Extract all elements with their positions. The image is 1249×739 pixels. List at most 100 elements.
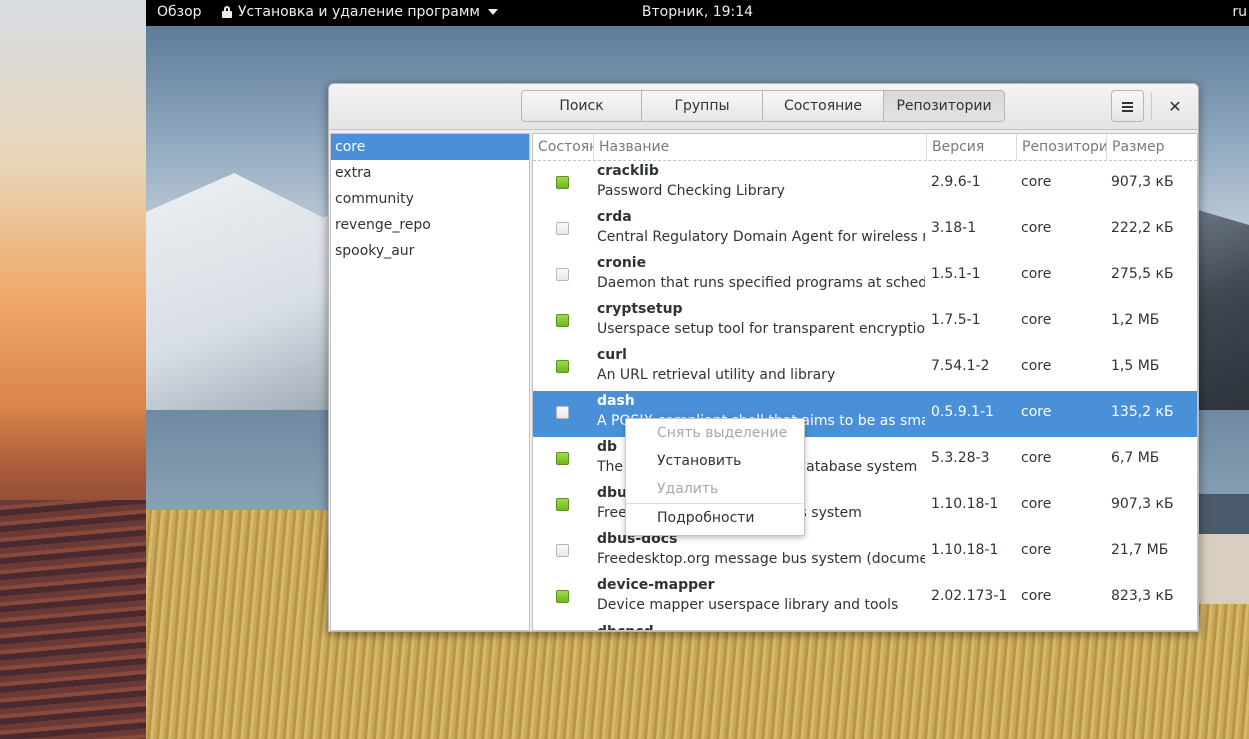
package-repository: core xyxy=(1021,496,1052,512)
table-row[interactable]: crda Central Regulatory Domain Agent for… xyxy=(533,207,1197,253)
package-name-partial[interactable]: dhcpcd xyxy=(597,624,654,630)
package-name: device-mapper xyxy=(597,577,715,593)
view-switcher: Поиск Группы Состояние Репозитории xyxy=(521,90,1005,122)
installed-checkbox[interactable] xyxy=(556,498,569,511)
package-description: Daemon that runs specified programs at s… xyxy=(597,275,925,291)
installed-checkbox[interactable] xyxy=(556,452,569,465)
header-bar: Поиск Группы Состояние Репозитории ✕ xyxy=(329,84,1198,130)
package-version: 3.18-1 xyxy=(931,220,977,236)
repo-item-core[interactable]: core xyxy=(331,134,529,160)
clock[interactable]: Вторник, 19:14 xyxy=(642,4,753,20)
package-size: 907,3 кБ xyxy=(1111,174,1174,190)
installed-checkbox[interactable] xyxy=(556,222,569,235)
repo-item-extra[interactable]: extra xyxy=(331,160,529,186)
package-size: 222,2 кБ xyxy=(1111,220,1174,236)
column-header-repository[interactable]: Репозитории xyxy=(1017,134,1107,160)
package-repository: core xyxy=(1021,542,1052,558)
table-header: Состояние Название Версия Репозитории Ра… xyxy=(533,134,1197,161)
package-version: 2.9.6-1 xyxy=(931,174,981,190)
package-table: Состояние Название Версия Репозитории Ра… xyxy=(532,133,1198,631)
installed-checkbox[interactable] xyxy=(556,176,569,189)
installed-checkbox[interactable] xyxy=(556,268,569,281)
installed-checkbox[interactable] xyxy=(556,544,569,557)
package-repository: core xyxy=(1021,358,1052,374)
package-repository: core xyxy=(1021,404,1052,420)
package-repository: core xyxy=(1021,266,1052,282)
repo-item-revenge-repo[interactable]: revenge_repo xyxy=(331,212,529,238)
language-indicator[interactable]: ru xyxy=(1232,4,1247,20)
repository-list: core extra community revenge_repo spooky… xyxy=(330,133,530,631)
app-menu-button[interactable]: Установка и удаление программ xyxy=(222,4,498,20)
package-repository: core xyxy=(1021,588,1052,604)
column-header-version[interactable]: Версия xyxy=(927,134,1017,160)
package-size: 6,7 МБ xyxy=(1111,450,1160,466)
package-repository: core xyxy=(1021,174,1052,190)
installed-checkbox[interactable] xyxy=(556,360,569,373)
table-row[interactable]: cracklib Password Checking Library 2.9.6… xyxy=(533,161,1197,207)
package-name: cronie xyxy=(597,255,647,271)
package-size: 275,5 кБ xyxy=(1111,266,1174,282)
package-description: An URL retrieval utility and library xyxy=(597,367,836,383)
activities-button[interactable]: Обзор xyxy=(157,4,202,20)
column-header-name[interactable]: Название xyxy=(594,134,927,160)
package-name: cracklib xyxy=(597,163,659,179)
menu-item-remove: Удалить xyxy=(657,481,719,497)
package-name: crda xyxy=(597,209,632,225)
package-version: 2.02.173-1 xyxy=(931,588,1008,604)
package-version: 1.10.18-1 xyxy=(931,542,999,558)
package-description: Userspace setup tool for transparent enc… xyxy=(597,321,925,337)
app-menu-label: Установка и удаление программ xyxy=(238,4,480,20)
lock-icon xyxy=(222,6,232,18)
package-name: curl xyxy=(597,347,627,363)
package-name: cryptsetup xyxy=(597,301,683,317)
installed-checkbox[interactable] xyxy=(556,590,569,603)
menu-item-install[interactable]: Установить xyxy=(626,448,804,474)
close-button[interactable]: ✕ xyxy=(1161,92,1189,120)
tab-repositories[interactable]: Репозитории xyxy=(884,90,1005,122)
package-version: 5.3.28-3 xyxy=(931,450,990,466)
top-bar: Обзор Установка и удаление программ Втор… xyxy=(146,0,1249,26)
column-header-size[interactable]: Размер xyxy=(1107,134,1197,160)
package-size: 21,7 МБ xyxy=(1111,542,1169,558)
package-size: 1,2 МБ xyxy=(1111,312,1160,328)
repo-item-spooky-aur[interactable]: spooky_aur xyxy=(331,238,529,264)
package-name: db xyxy=(597,439,618,455)
installed-checkbox[interactable] xyxy=(556,406,569,419)
close-icon: ✕ xyxy=(1168,96,1182,116)
package-description: Password Checking Library xyxy=(597,183,785,199)
tab-search[interactable]: Поиск xyxy=(521,90,642,122)
chevron-down-icon xyxy=(487,9,498,15)
tab-groups[interactable]: Группы xyxy=(642,90,763,122)
wallpaper-left-sea xyxy=(0,500,148,739)
table-row[interactable]: device-mapper Device mapper userspace li… xyxy=(533,575,1197,621)
context-menu: Снять выделение Установить Удалить Подро… xyxy=(625,418,805,536)
tab-state[interactable]: Состояние xyxy=(763,90,884,122)
table-row[interactable]: curl An URL retrieval utility and librar… xyxy=(533,345,1197,391)
package-size: 135,2 кБ xyxy=(1111,404,1174,420)
package-version: 1.5.1-1 xyxy=(931,266,981,282)
package-repository: core xyxy=(1021,450,1052,466)
package-size: 907,3 кБ xyxy=(1111,496,1174,512)
package-description: Freedesktop.org message bus system (docu… xyxy=(597,551,925,567)
menu-item-details[interactable]: Подробности xyxy=(626,505,804,531)
package-name: dash xyxy=(597,393,635,409)
package-version: 7.54.1-2 xyxy=(931,358,990,374)
package-version: 1.10.18-1 xyxy=(931,496,999,512)
menu-button[interactable] xyxy=(1111,90,1144,122)
package-repository: core xyxy=(1021,312,1052,328)
package-size: 1,5 МБ xyxy=(1111,358,1160,374)
table-row[interactable]: cronie Daemon that runs specified progra… xyxy=(533,253,1197,299)
menu-item-deselect: Снять выделение xyxy=(657,425,788,441)
column-header-state[interactable]: Состояние xyxy=(533,134,594,160)
menu-separator xyxy=(627,503,803,504)
package-manager-window: Поиск Группы Состояние Репозитории ✕ cor… xyxy=(328,83,1199,632)
package-version: 1.7.5-1 xyxy=(931,312,981,328)
package-description: Device mapper userspace library and tool… xyxy=(597,597,899,613)
wallpaper-hut xyxy=(1196,494,1249,604)
package-repository: core xyxy=(1021,220,1052,236)
package-size: 823,3 кБ xyxy=(1111,588,1174,604)
repo-item-community[interactable]: community xyxy=(331,186,529,212)
installed-checkbox[interactable] xyxy=(556,314,569,327)
package-description: Central Regulatory Domain Agent for wire… xyxy=(597,229,925,245)
table-row[interactable]: cryptsetup Userspace setup tool for tran… xyxy=(533,299,1197,345)
